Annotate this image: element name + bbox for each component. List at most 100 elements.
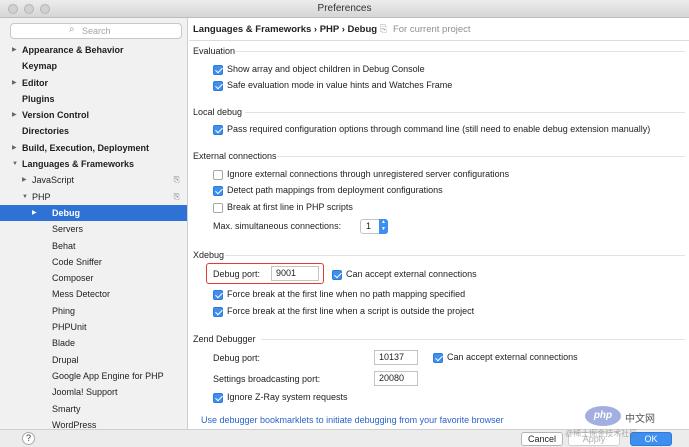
sidebar-item-appearance-behavior[interactable]: ▶ Appearance & Behavior	[0, 42, 187, 58]
collapsed-arrow-icon[interactable]: ▶	[22, 172, 27, 188]
breadcrumb: Languages & Frameworks › PHP › Debug ⎘ F…	[193, 24, 471, 35]
sidebar-item-label: Joomla! Support	[52, 387, 118, 398]
section-divider	[245, 112, 685, 113]
sidebar-item-keymap[interactable]: Keymap	[0, 58, 187, 74]
sidebar-item-label: Keymap	[22, 61, 58, 72]
sidebar-item-joomla-support[interactable]: Joomla! Support	[0, 384, 187, 400]
sidebar-item-label: Blade	[52, 338, 76, 349]
sidebar-item-label: Phing	[52, 305, 76, 316]
collapsed-arrow-icon[interactable]: ▶	[12, 42, 17, 58]
breadcrumb-path: Languages & Frameworks › PHP › Debug	[193, 24, 378, 35]
sidebar-item-editor[interactable]: ▶ Editor	[0, 75, 187, 91]
sidebar-item-servers[interactable]: Servers	[0, 221, 187, 237]
sidebar-item-google-app-engine-for-php[interactable]: Google App Engine for PHP	[0, 368, 187, 384]
project-scope-icon: ⎘	[173, 191, 180, 201]
window-title: Preferences	[317, 3, 372, 14]
sidebar-item-blade[interactable]: Blade	[0, 335, 187, 351]
sidebar-item-label: PHP	[32, 191, 51, 202]
sidebar-item-label: PHPUnit	[52, 322, 87, 333]
section-zend-title: Zend Debugger	[193, 334, 256, 344]
section-local-debug-title: Local debug	[193, 107, 243, 117]
sidebar-item-code-sniffer[interactable]: Code Sniffer	[0, 254, 187, 270]
breadcrumb-project-note: For current project	[392, 24, 471, 35]
collapsed-arrow-icon[interactable]: ▶	[12, 140, 17, 156]
apply-button[interactable]: Apply	[568, 432, 620, 446]
sidebar-item-debug[interactable]: ▶ Debug	[0, 204, 187, 222]
sidebar-item-label: Build, Execution, Deployment	[22, 142, 150, 153]
sidebar-item-php[interactable]: ▼ PHP ⎘	[0, 189, 187, 205]
checkbox[interactable]	[433, 353, 443, 363]
section-evaluation-title: Evaluation	[193, 46, 236, 56]
sidebar-item-version-control[interactable]: ▶ Version Control	[0, 107, 187, 123]
checkbox[interactable]	[213, 186, 223, 196]
project-scope-icon: ⎘	[173, 175, 180, 185]
sidebar-item-mess-detector[interactable]: Mess Detector	[0, 286, 187, 302]
bookmarklets-link[interactable]: Use debugger bookmarklets to initiate de…	[201, 415, 504, 425]
checkbox[interactable]	[213, 81, 223, 91]
sidebar-item-build-execution-deployment[interactable]: ▶ Build, Execution, Deployment	[0, 140, 187, 156]
sidebar-item-label: Code Sniffer	[52, 256, 102, 267]
header-divider	[189, 40, 689, 41]
dialog-button-bar: ? Cancel Apply OK	[0, 429, 689, 447]
sidebar-item-behat[interactable]: Behat	[0, 238, 187, 254]
max-connections-value: 1	[366, 221, 372, 231]
collapsed-arrow-icon[interactable]: ▶	[12, 107, 17, 123]
settings-content: Languages & Frameworks › PHP › Debug ⎘ F…	[189, 18, 689, 429]
zend-port-input[interactable]: 10137	[374, 350, 418, 365]
checkbox[interactable]	[213, 307, 223, 317]
sidebar-item-label: Directories	[22, 126, 70, 137]
sidebar-item-label: Debug	[52, 207, 80, 218]
sidebar-item-label: JavaScript	[32, 175, 75, 186]
search-input[interactable]: ⌕ Search	[10, 23, 182, 39]
sidebar-item-smarty[interactable]: Smarty	[0, 401, 187, 417]
sidebar-item-phing[interactable]: Phing	[0, 303, 187, 319]
sidebar-item-languages-frameworks[interactable]: ▼ Languages & Frameworks	[0, 156, 187, 172]
section-divider	[235, 51, 685, 52]
checkbox[interactable]	[213, 393, 223, 403]
sidebar-item-label: Servers	[52, 224, 84, 235]
checkbox[interactable]	[213, 203, 223, 213]
expanded-arrow-icon[interactable]: ▼	[22, 189, 28, 205]
ok-button[interactable]: OK	[630, 432, 672, 446]
sidebar-item-directories[interactable]: Directories	[0, 123, 187, 139]
checkbox[interactable]	[213, 125, 223, 135]
checkbox[interactable]	[332, 270, 342, 280]
sidebar-item-phpunit[interactable]: PHPUnit	[0, 319, 187, 335]
sidebar-item-label: Languages & Frameworks	[22, 159, 135, 170]
section-divider	[225, 255, 685, 256]
sidebar-item-wordpress[interactable]: WordPress	[0, 417, 187, 429]
xdebug-port-label: Debug port:	[213, 269, 261, 279]
help-button[interactable]: ?	[22, 432, 35, 445]
checkbox[interactable]	[213, 170, 223, 180]
max-connections-label: Max. simultaneous connections:	[213, 221, 342, 231]
checkbox[interactable]	[213, 290, 223, 300]
title-bar: Preferences	[0, 0, 689, 18]
spinner-arrows-icon[interactable]: ▲ ▼	[379, 219, 388, 234]
section-external-title: External connections	[193, 151, 277, 161]
search-icon: ⌕	[69, 24, 75, 35]
sidebar-item-label: Behat	[52, 240, 76, 251]
sidebar-item-label: Version Control	[22, 110, 90, 121]
collapsed-arrow-icon[interactable]: ▶	[12, 75, 17, 91]
zend-broadcast-label: Settings broadcasting port:	[213, 374, 321, 384]
sidebar-item-label: Plugins	[22, 93, 55, 104]
sidebar-item-javascript[interactable]: ▶ JavaScript ⎘	[0, 172, 187, 188]
sidebar-item-composer[interactable]: Composer	[0, 270, 187, 286]
section-xdebug-title: Xdebug	[193, 250, 225, 260]
sidebar-item-label: Composer	[52, 273, 94, 284]
sidebar-item-label: Google App Engine for PHP	[52, 370, 164, 381]
section-divider	[277, 156, 685, 157]
sidebar-item-drupal[interactable]: Drupal	[0, 352, 187, 368]
expanded-arrow-icon[interactable]: ▼	[12, 156, 18, 172]
max-connections-spinner[interactable]: 1 ▲ ▼	[360, 219, 388, 234]
sidebar-item-plugins[interactable]: Plugins	[0, 91, 187, 107]
sidebar-item-label: WordPress	[52, 419, 97, 429]
xdebug-port-input[interactable]: 9001	[271, 266, 319, 281]
cancel-button[interactable]: Cancel	[521, 432, 563, 446]
zend-broadcast-input[interactable]: 20080	[374, 371, 418, 386]
section-divider	[261, 339, 685, 340]
zend-port-label: Debug port:	[213, 353, 261, 363]
sidebar-item-label: Editor	[22, 77, 48, 88]
checkbox[interactable]	[213, 65, 223, 75]
collapsed-arrow-icon[interactable]: ▶	[32, 205, 37, 221]
